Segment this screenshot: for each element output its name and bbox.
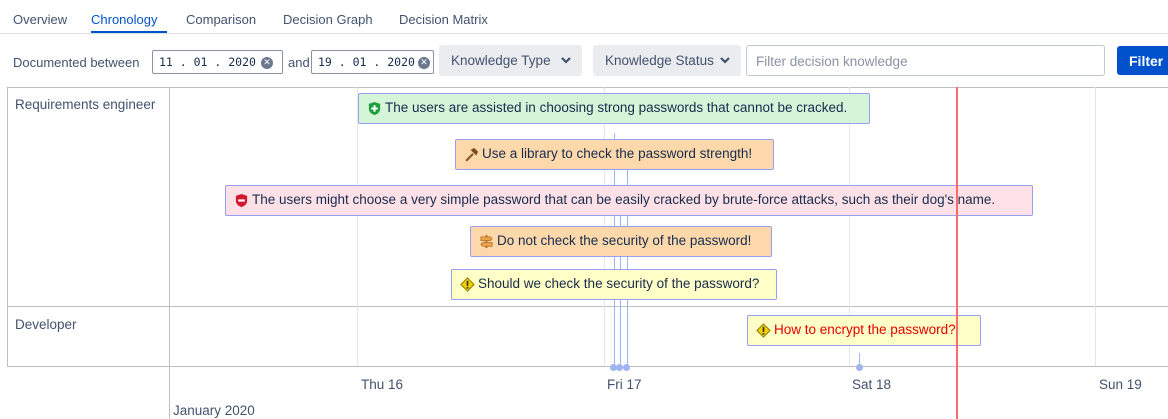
chronology-timeline: Requirements engineer Developer The user…: [0, 87, 1168, 419]
axis-month-label: January 2020: [173, 403, 255, 418]
clear-start-date-icon[interactable]: ✕: [261, 57, 273, 69]
clear-end-date-icon[interactable]: ✕: [418, 57, 430, 69]
end-date-value: 19 . 01 . 2020: [318, 55, 415, 69]
item-text: Do not check the security of the passwor…: [497, 233, 752, 248]
search-input[interactable]: Filter decision knowledge: [746, 45, 1105, 76]
item-text: Should we check the security of the pass…: [478, 276, 760, 291]
timeline-border: [7, 87, 8, 366]
timeline-border: [7, 87, 1168, 88]
item-text: How to encrypt the password?: [774, 322, 956, 337]
and-label: and: [288, 55, 310, 70]
issue-warning-icon: [756, 323, 771, 338]
item-text: The users might choose a very simple pas…: [252, 192, 996, 207]
tab-comparison[interactable]: Comparison: [186, 12, 256, 27]
start-date-value: 11 . 01 . 2020: [159, 55, 256, 69]
axis-day-label: Sat 18: [852, 377, 892, 392]
tab-overview[interactable]: Overview: [13, 12, 67, 27]
search-placeholder: Filter decision knowledge: [756, 54, 908, 69]
current-time-line: [956, 87, 958, 419]
knowledge-status-label: Knowledge Status: [605, 53, 714, 68]
pro-shield-icon: [368, 101, 381, 116]
filter-button[interactable]: Filter: [1117, 46, 1168, 75]
timeline-item-con[interactable]: The users might choose a very simple pas…: [225, 185, 1033, 216]
axis-day-label: Sun 19: [1099, 377, 1142, 392]
filter-bar: Documented between 11 . 01 . 2020 ✕ and …: [0, 44, 1168, 80]
knowledge-type-label: Knowledge Type: [451, 53, 551, 68]
con-shield-icon: [235, 193, 248, 208]
label-column-divider: [169, 87, 170, 419]
hammer-icon: [465, 147, 479, 162]
group-divider: [7, 306, 1168, 307]
grid-line: [357, 87, 358, 366]
start-date-input[interactable]: 11 . 01 . 2020 ✕: [152, 50, 283, 74]
group-label-requirements-engineer: Requirements engineer: [15, 97, 156, 112]
chevron-down-icon: [561, 57, 571, 64]
end-date-input[interactable]: 19 . 01 . 2020 ✕: [311, 50, 434, 74]
group-label-developer: Developer: [15, 317, 77, 332]
timeline-item-issue[interactable]: Should we check the security of the pass…: [451, 269, 777, 300]
timeline-item-alternative[interactable]: Do not check the security of the passwor…: [470, 226, 772, 257]
item-text: The users are assisted in choosing stron…: [385, 100, 848, 115]
signpost-icon: [480, 234, 493, 249]
timeline-item-issue-unresolved[interactable]: How to encrypt the password?: [747, 315, 981, 346]
timeline-item-decision[interactable]: Use a library to check the password stre…: [455, 139, 774, 170]
tab-divider: [0, 33, 1168, 34]
axis-day-label: Thu 16: [361, 377, 404, 392]
tab-bar: Overview Chronology Comparison Decision …: [0, 0, 1168, 34]
axis-divider: [7, 366, 1168, 367]
knowledge-status-dropdown[interactable]: Knowledge Status: [593, 45, 741, 76]
issue-warning-icon: [460, 277, 475, 292]
item-text: Use a library to check the password stre…: [482, 146, 753, 161]
tab-chronology[interactable]: Chronology: [91, 12, 158, 27]
knowledge-type-dropdown[interactable]: Knowledge Type: [439, 45, 582, 76]
documented-between-label: Documented between: [13, 55, 140, 70]
grid-line: [1095, 87, 1096, 366]
tab-decision-graph[interactable]: Decision Graph: [283, 12, 373, 27]
timeline-item-pro[interactable]: The users are assisted in choosing stron…: [358, 93, 870, 124]
axis-day-label: Fri 17: [607, 377, 642, 392]
item-point: [856, 364, 863, 371]
item-point: [623, 364, 630, 371]
chevron-down-icon: [720, 57, 730, 64]
item-point: [616, 364, 623, 371]
tab-decision-matrix[interactable]: Decision Matrix: [399, 12, 488, 27]
